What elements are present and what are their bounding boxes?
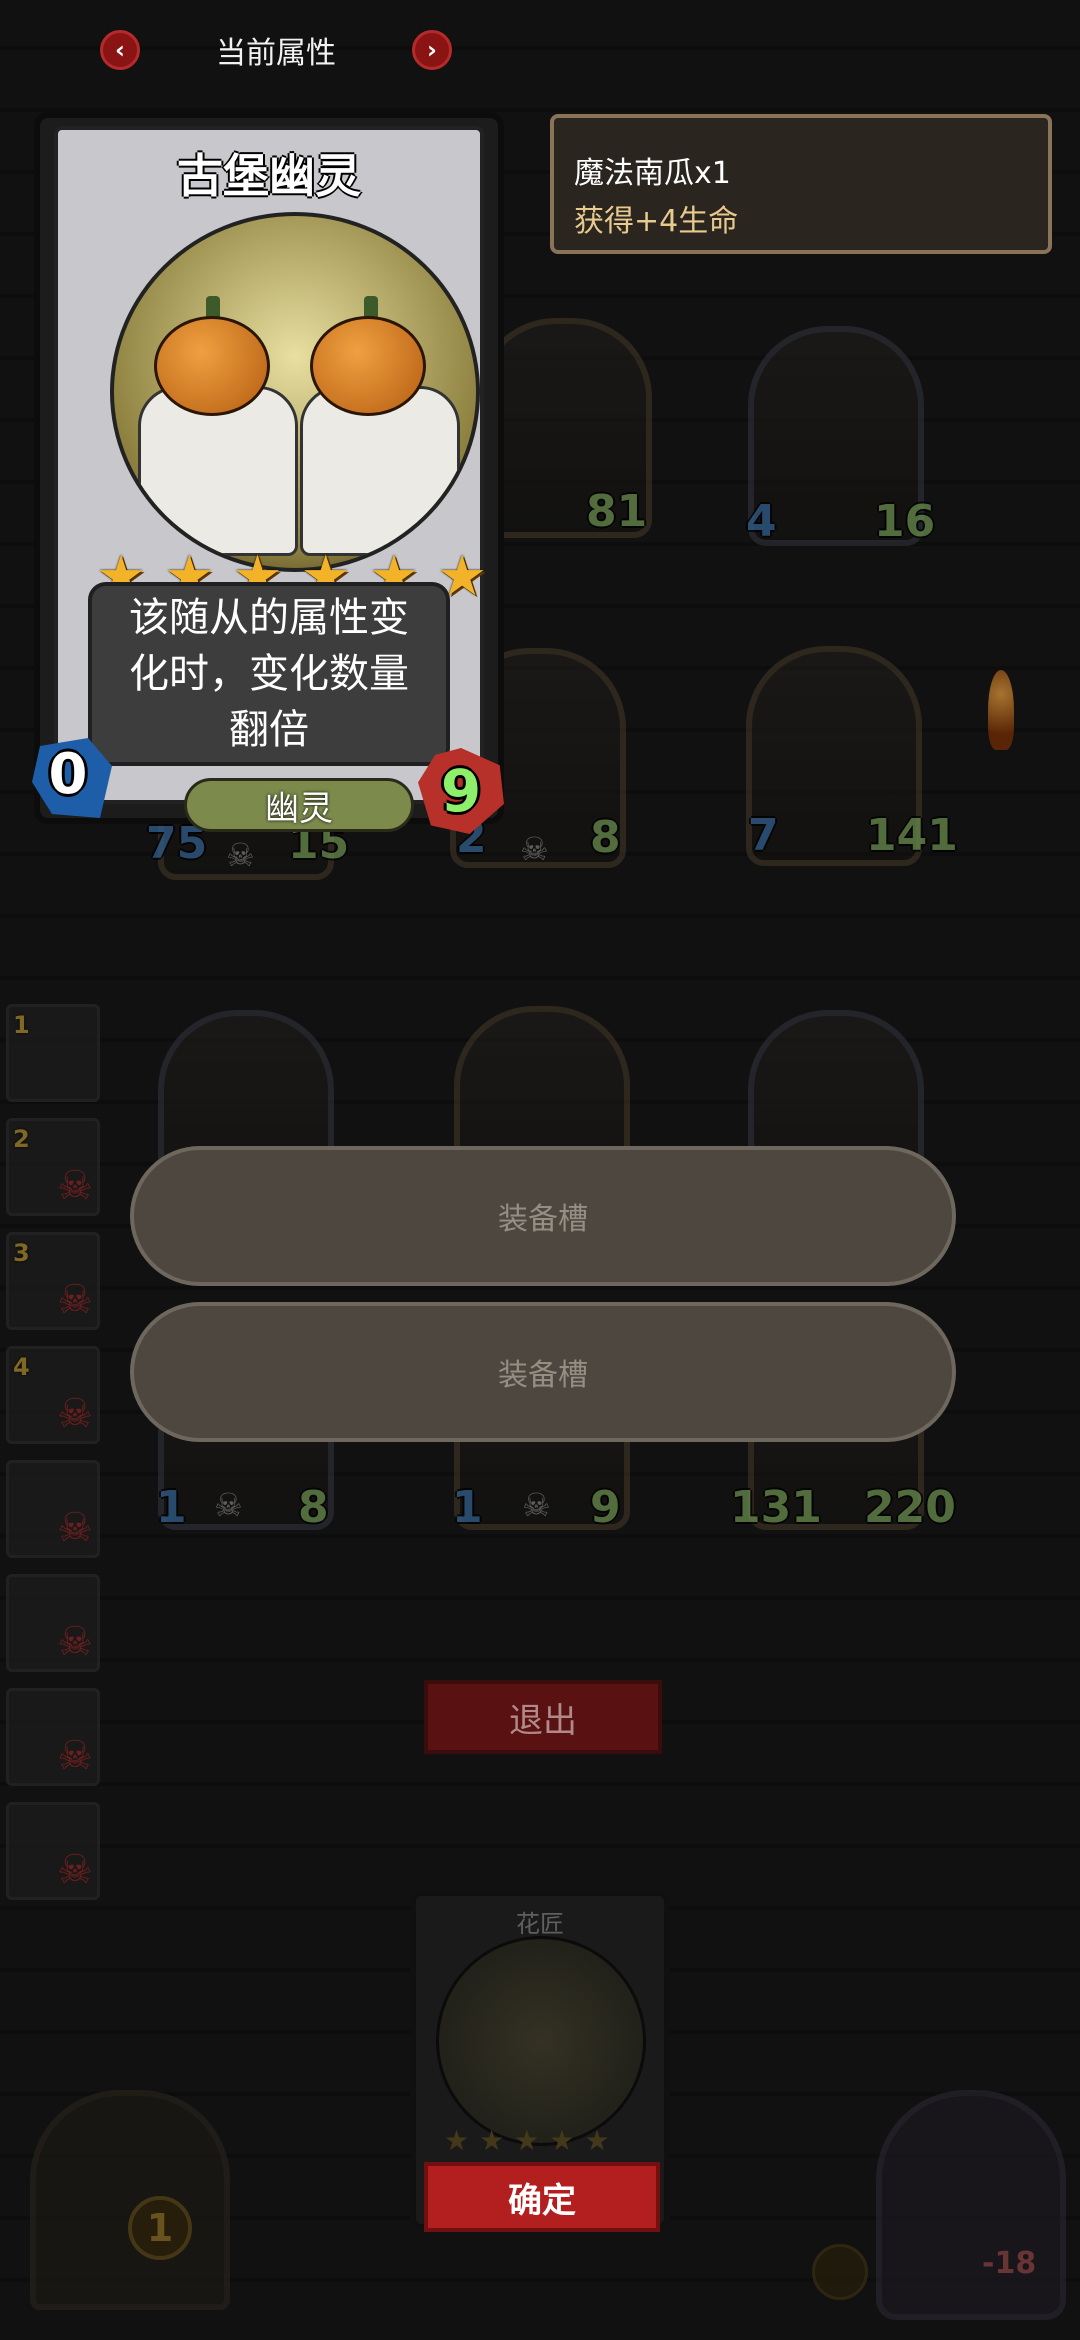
confirm-button[interactable]: 确定 [424,2162,660,2232]
page-title: 当前属性 [216,36,336,71]
attack-badge: 0 [32,738,112,818]
exit-button[interactable]: 退出 [424,1680,662,1754]
equipment-slot-1[interactable]: 装备槽 [130,1146,956,1286]
equipment-slot-2[interactable]: 装备槽 [130,1302,956,1442]
chevron-right-icon: › [427,36,437,64]
health-badge: 9 [418,748,504,834]
attack-value: 0 [48,742,88,807]
chevron-left-icon: ‹ [115,36,125,64]
ability-box: 该随从的属性变化时，变化数量翻倍 [88,582,450,766]
pumpkin-head-right [310,316,426,416]
castle-ghost-portrait [110,212,480,572]
minion-type: 幽灵 [184,778,414,832]
attribute-nav: ‹ 当前属性 › [100,28,452,72]
prev-button[interactable]: ‹ [100,30,140,70]
buff-source: 魔法南瓜x1 [574,156,731,191]
buff-effect: 获得+4生命 [574,204,739,239]
buff-info-box: 魔法南瓜x1 获得+4生命 [550,114,1052,254]
card-frame: 古堡幽灵 ★ ★ ★ ★ ★ ★ 该随从的属性变化时，变化数量翻倍 幽灵 [54,126,487,832]
next-button[interactable]: › [412,30,452,70]
ability-description: 该随从的属性变化时，变化数量翻倍 [129,595,409,753]
card-name: 古堡幽灵 [177,149,361,203]
minion-detail-card: 古堡幽灵 ★ ★ ★ ★ ★ ★ 该随从的属性变化时，变化数量翻倍 幽灵 0 9 [32,112,504,834]
health-value: 9 [440,757,482,825]
pumpkin-head-left [154,316,270,416]
